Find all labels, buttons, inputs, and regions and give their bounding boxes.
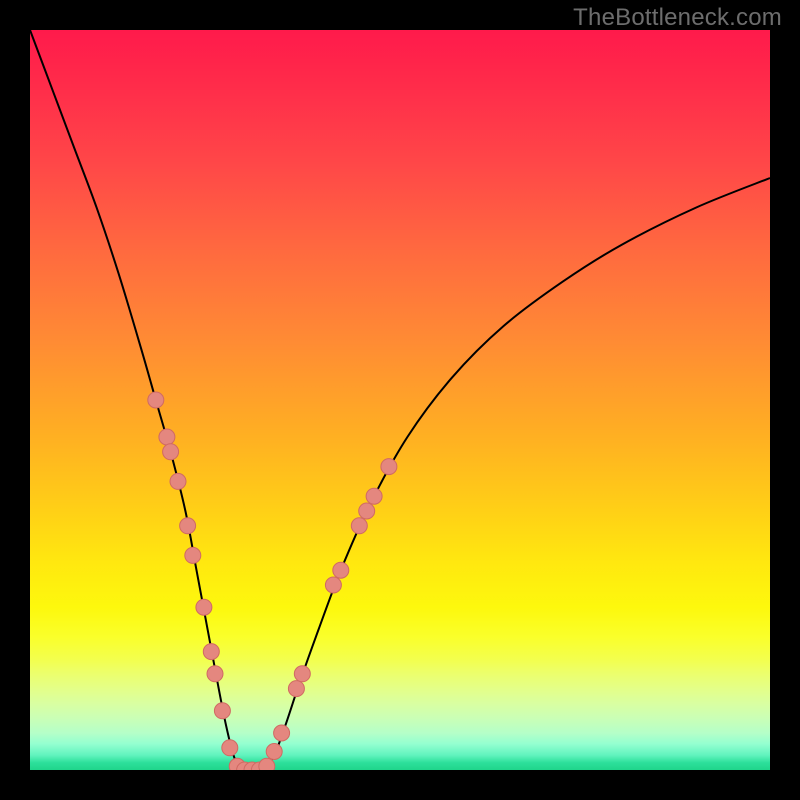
- data-marker: [203, 644, 219, 660]
- data-marker: [294, 666, 310, 682]
- data-marker: [381, 459, 397, 475]
- data-marker: [163, 444, 179, 460]
- data-markers: [148, 392, 397, 770]
- watermark-text: TheBottleneck.com: [573, 4, 782, 32]
- data-marker: [266, 744, 282, 760]
- data-marker: [351, 518, 367, 534]
- data-marker: [185, 547, 201, 563]
- chart-frame: TheBottleneck.com: [0, 0, 800, 800]
- data-marker: [325, 577, 341, 593]
- data-marker: [159, 429, 175, 445]
- data-marker: [180, 518, 196, 534]
- data-marker: [274, 725, 290, 741]
- bottleneck-curve: [30, 30, 770, 770]
- data-marker: [288, 681, 304, 697]
- data-marker: [148, 392, 164, 408]
- data-marker: [170, 473, 186, 489]
- data-marker: [259, 758, 275, 770]
- data-marker: [214, 703, 230, 719]
- data-marker: [222, 740, 238, 756]
- data-marker: [359, 503, 375, 519]
- data-marker: [366, 488, 382, 504]
- data-marker: [196, 599, 212, 615]
- data-marker: [333, 562, 349, 578]
- chart-overlay: [30, 30, 770, 770]
- data-marker: [207, 666, 223, 682]
